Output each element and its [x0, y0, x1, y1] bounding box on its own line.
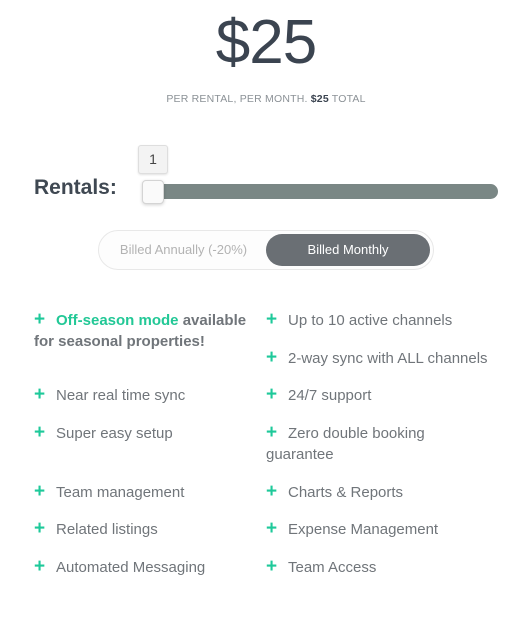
feature-item: + Zero double booking guarantee — [266, 422, 446, 465]
plus-icon: + — [34, 481, 46, 502]
plus-icon: + — [34, 422, 46, 443]
plus-icon: + — [34, 518, 46, 539]
feature-item: + Super easy setup — [34, 422, 173, 444]
feature-item: + Team Access — [266, 556, 376, 578]
billed-annually-option[interactable]: Billed Annually (-20%) — [102, 234, 265, 266]
plus-icon: + — [34, 309, 46, 330]
feature-text: Near real time sync — [56, 387, 186, 404]
rentals-slider-value: 1 — [138, 145, 168, 174]
plus-icon: + — [266, 481, 278, 502]
feature-text: Automated Messaging — [56, 559, 206, 576]
pricing-card: $25 PER RENTAL, PER MONTH. $25 TOTAL Ren… — [0, 0, 524, 628]
feature-item: + Up to 10 active channels — [266, 309, 452, 331]
subtitle-total: $25 — [310, 93, 329, 105]
rentals-label: Rentals: — [34, 176, 117, 199]
feature-text: 24/7 support — [288, 387, 372, 404]
rentals-slider-track[interactable] — [146, 184, 498, 199]
feature-text: 2-way sync with ALL channels — [288, 350, 488, 367]
feature-item: +2-way sync with ALL channels — [266, 347, 488, 369]
feature-text: Charts & Reports — [288, 484, 404, 501]
feature-text: Related listings — [56, 521, 158, 538]
plus-icon: + — [266, 309, 278, 330]
subtitle-prefix: PER RENTAL, PER MONTH. — [166, 93, 311, 105]
rentals-slider-handle[interactable] — [142, 180, 164, 204]
plus-icon: + — [34, 384, 46, 405]
billed-monthly-option[interactable]: Billed Monthly — [266, 234, 430, 266]
plus-icon: + — [266, 347, 278, 368]
feature-item: + Expense Management — [266, 518, 438, 540]
feature-text: Team management — [56, 484, 185, 501]
feature-text: Zero double booking guarantee — [266, 425, 425, 463]
subtitle-suffix: TOTAL — [328, 93, 366, 105]
plus-icon: + — [266, 384, 278, 405]
price-amount: $25 — [215, 8, 317, 77]
feature-text: Team Access — [288, 559, 377, 576]
feature-text: Super easy setup — [56, 425, 173, 442]
feature-text: Up to 10 active channels — [288, 312, 453, 329]
feature-item: + Off-season mode available for seasonal … — [34, 309, 259, 352]
feature-item: + Related listings — [34, 518, 158, 540]
plus-icon: + — [266, 556, 278, 577]
feature-item: +24/7 support — [266, 384, 371, 406]
feature-item: + Charts & Reports — [266, 481, 403, 503]
plus-icon: + — [266, 422, 278, 443]
feature-highlight: Off-season mode — [56, 312, 179, 329]
plus-icon: + — [266, 518, 278, 539]
plus-icon: + — [34, 556, 46, 577]
feature-item: + Near real time sync — [34, 384, 185, 406]
price-subtitle: PER RENTAL, PER MONTH. $25 TOTAL — [0, 93, 524, 105]
billing-toggle: Billed Annually (-20%) Billed Monthly — [98, 230, 434, 270]
feature-item: + Automated Messaging — [34, 556, 205, 578]
feature-text: Expense Management — [288, 521, 439, 538]
feature-item: + Team management — [34, 481, 184, 503]
